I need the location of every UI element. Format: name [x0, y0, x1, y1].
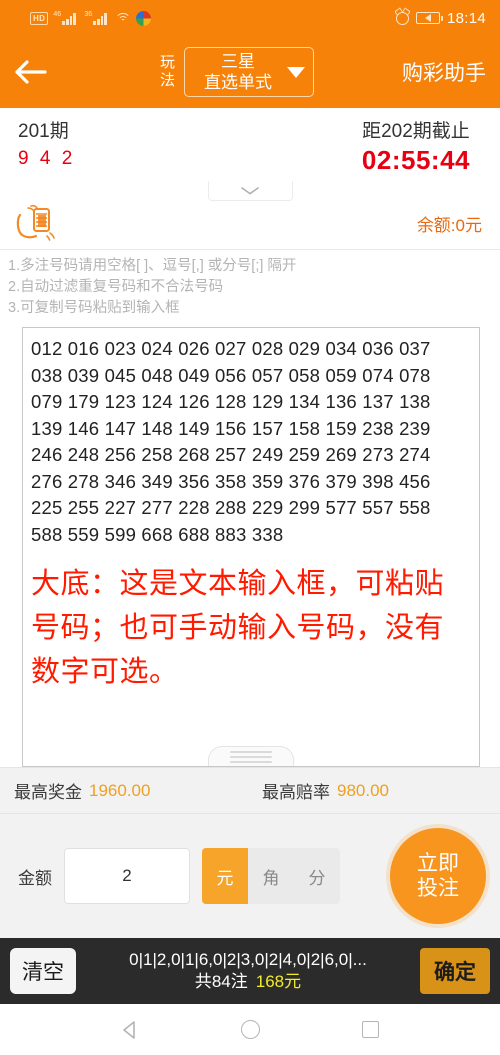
play-method-dropdown[interactable]: 三星 直选单式 [184, 47, 314, 97]
app-header: 玩法 三星 直选单式 购彩助手 [0, 36, 500, 108]
android-recents-icon [361, 1021, 379, 1038]
entered-numbers: 012 016 023 024 026 027 028 029 034 036 … [31, 338, 431, 545]
alarm-clock-icon [395, 11, 409, 25]
status-bar-left-icons: HD 46 36 [30, 10, 152, 26]
bet-total-amount: 168元 [255, 972, 302, 991]
bottom-action-bar: 清空 0|1|2,0|1|6,0|2|3,0|2|4,0|2|6,0|... 共… [0, 938, 500, 1004]
android-home-icon [240, 1020, 260, 1039]
place-bet-button[interactable]: 立即 投注 [390, 828, 486, 924]
max-prize-value: 1960.00 [89, 780, 151, 800]
bet-count-row: 共84注 168元 [86, 971, 410, 993]
expand-history-button[interactable] [207, 181, 293, 201]
max-prize-label: 最高奖金 [14, 783, 82, 802]
max-odds-cell: 最高赔率 980.00 [252, 778, 500, 803]
play-method-label: 玩法 [160, 54, 176, 89]
status-bar-right-icons: 18:14 [395, 9, 486, 27]
status-bar: HD 46 36 18:14 [0, 0, 500, 36]
back-button[interactable] [0, 58, 60, 86]
countdown-timer: 02:55:44 [361, 145, 470, 175]
current-period-label: 201期 [18, 121, 69, 142]
android-recents-button[interactable] [348, 1008, 392, 1052]
play-method-value: 三星 直选单式 [197, 51, 279, 93]
period-info-bar: 201期 9 4 2 距202期截止 02:55:44 [0, 108, 500, 179]
pinwheel-app-icon [136, 10, 152, 26]
android-home-button[interactable] [228, 1008, 272, 1052]
amount-row: 金额 2 元 角 分 立即 投注 [0, 814, 500, 938]
amount-label: 金额 [18, 868, 52, 888]
max-odds-value: 980.00 [337, 780, 389, 800]
deadline-label: 距202期截止 [362, 121, 470, 142]
status-bar-clock: 18:14 [446, 9, 486, 27]
max-odds-label: 最高赔率 [262, 783, 330, 802]
play-method-selector[interactable]: 玩法 三星 直选单式 [160, 47, 314, 97]
max-prize-cell: 最高奖金 1960.00 [0, 778, 252, 803]
current-period-block: 201期 9 4 2 [18, 118, 75, 173]
play-method-line1: 三星 [221, 52, 255, 71]
play-method-line2: 直选单式 [204, 73, 272, 92]
bet-preview-text: 0|1|2,0|1|6,0|2|3,0|2|4,0|2|6,0|... [129, 950, 367, 969]
unit-jiao-button[interactable]: 角 [248, 848, 294, 904]
battery-icon [415, 12, 443, 24]
network-generation-label-2: 36 [84, 10, 93, 18]
chevron-down-icon [287, 66, 305, 78]
annotation-overlay: 大底：这是文本输入框，可粘贴号码；也可手动输入号码，没有数字可选。 [31, 568, 445, 688]
amount-input[interactable]: 2 [64, 848, 190, 904]
expander-row [0, 179, 500, 201]
balance-text: 余额:0元 [416, 215, 482, 235]
purchase-assistant-button[interactable]: 购彩助手 [402, 57, 486, 87]
prize-info-row: 最高奖金 1960.00 最高赔率 980.00 [0, 767, 500, 814]
winning-numbers: 9 4 2 [18, 148, 76, 169]
number-input-wrapper: 012 016 023 024 026 027 028 029 034 036 … [0, 327, 500, 767]
network-generation-label-1: 46 [53, 10, 62, 18]
unit-toggle-group: 元 角 分 [202, 848, 340, 904]
tip-line-2: 2.自动过滤重复号码和不合法号码 [8, 279, 224, 295]
place-bet-line2: 投注 [417, 877, 459, 900]
tip-line-1: 1.多注号码请用空格[ ]、逗号[,] 或分号[;] 隔开 [8, 258, 297, 274]
back-arrow-icon [15, 60, 47, 84]
chevron-down-icon [241, 187, 259, 195]
hand-holding-money-icon [16, 204, 55, 241]
countdown-block: 距202期截止 02:55:44 [362, 118, 482, 175]
app-screen: HD 46 36 18:14 玩法 三星 直选单式 购彩助手 201期 9 4 … [0, 0, 500, 1055]
android-nav-bar [0, 1004, 500, 1055]
bet-count: 共84注 [194, 972, 248, 991]
hd-icon: HD [30, 11, 49, 25]
android-back-button[interactable] [108, 1008, 152, 1052]
signal-strength-icon-1: 46 [53, 10, 79, 25]
bet-summary: 0|1|2,0|1|6,0|2|3,0|2|4,0|2|6,0|... 共84注… [86, 949, 410, 993]
place-bet-line1: 立即 [417, 852, 459, 875]
unit-yuan-button[interactable]: 元 [202, 848, 248, 904]
balance-bar: 余额:0元 [0, 201, 500, 250]
wifi-icon [115, 12, 132, 25]
clear-button[interactable]: 清空 [10, 948, 76, 994]
input-tips: 1.多注号码请用空格[ ]、逗号[,] 或分号[;] 隔开 2.自动过滤重复号码… [0, 250, 500, 327]
unit-fen-button[interactable]: 分 [294, 848, 340, 904]
number-textarea[interactable]: 012 016 023 024 026 027 028 029 034 036 … [22, 327, 480, 767]
resize-handle-icon[interactable] [208, 746, 294, 766]
android-back-icon [123, 1020, 135, 1039]
tip-line-3: 3.可复制号码粘贴到输入框 [8, 300, 180, 316]
confirm-button[interactable]: 确定 [420, 948, 490, 994]
signal-strength-icon-2: 36 [84, 10, 110, 25]
